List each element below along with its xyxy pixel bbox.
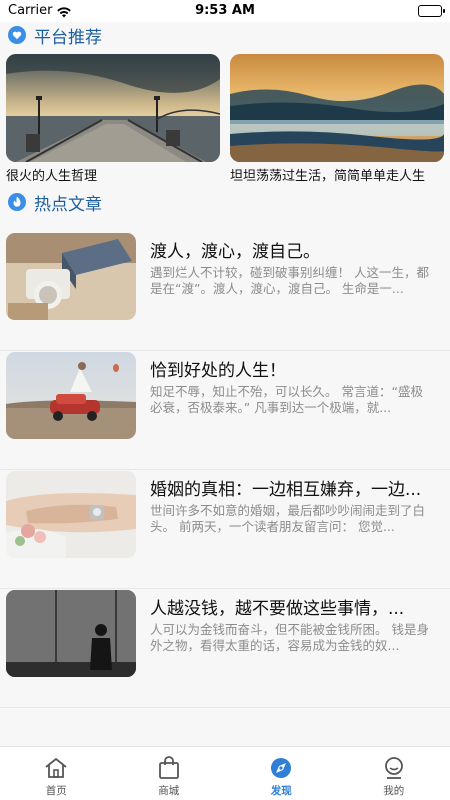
discover-icon xyxy=(271,758,292,778)
article-item[interactable]: 人越没钱，越不要做这些事情，... 人可以为金钱而奋斗，但不能被金钱所困。 钱是… xyxy=(0,590,450,708)
tab-mall-label: 商城 xyxy=(158,785,180,797)
clock: 9:53 AM xyxy=(195,3,255,18)
article-item[interactable]: 婚姻的真相：一边相互嫌弃，一边... 世间许多不如意的婚姻，最后都吵吵闹闹走到了… xyxy=(0,471,450,589)
recommend-card-caption: 很火的人生哲理 xyxy=(6,169,98,184)
tab-bar: 首页 商城 发现 我的 xyxy=(0,746,450,800)
hot-section-header: 热点文章 xyxy=(8,189,102,215)
article-summary: 知足不辱，知止不殆，可以长久。 常言道：“盛极必衰，否极泰来。” 凡事到达一个极… xyxy=(150,384,423,415)
tab-profile[interactable]: 我的 xyxy=(338,747,450,800)
recommend-card-caption: 坦坦荡荡过生活，简简单单走人生 xyxy=(230,169,426,184)
article-title: 渡人，渡心，渡自己。 xyxy=(150,242,320,262)
recommend-card[interactable]: 坦坦荡荡过生活，简简单单走人生 xyxy=(230,54,444,184)
tab-home[interactable]: 首页 xyxy=(0,747,113,800)
article-title: 人越没钱，越不要做这些事情，... xyxy=(150,599,405,619)
tab-home-label: 首页 xyxy=(45,785,67,797)
article-thumbnail xyxy=(6,233,136,320)
shopping-bag-icon xyxy=(158,756,179,779)
pier-sunset-image xyxy=(6,54,220,162)
article-title: 婚姻的真相：一边相互嫌弃，一边... xyxy=(150,480,422,500)
tab-discover[interactable]: 发现 xyxy=(225,747,338,800)
article-thumbnail xyxy=(6,590,136,677)
tab-mall[interactable]: 商城 xyxy=(113,747,226,800)
platform-section-title: 平台推荐 xyxy=(34,27,102,48)
platform-section-header: 平台推荐 xyxy=(8,22,102,48)
article-title: 恰到好处的人生！ xyxy=(150,361,286,381)
misty-lake-image xyxy=(230,54,444,162)
article-summary: 人可以为金钱而奋斗，但不能被金钱所困。 钱是身外之物，看得太重的话，容易成为金钱… xyxy=(150,622,429,653)
battery-icon xyxy=(418,5,445,17)
flame-icon xyxy=(8,193,26,211)
profile-icon xyxy=(384,757,403,779)
article-summary: 遇到烂人不计较，碰到破事别纠缠！ 人这一生，都是在“渡”。渡人，渡心，渡自己。 … xyxy=(150,265,429,296)
tab-profile-label: 我的 xyxy=(383,785,405,797)
article-item[interactable]: 渡人，渡心，渡自己。 遇到烂人不计较，碰到破事别纠缠！ 人这一生，都是在“渡”。… xyxy=(0,233,450,351)
recommend-card[interactable]: 很火的人生哲理 xyxy=(6,54,220,184)
article-thumbnail xyxy=(6,352,136,439)
article-item[interactable]: 恰到好处的人生！ 知足不辱，知止不殆，可以长久。 常言道：“盛极必衰，否极泰来。… xyxy=(0,352,450,470)
article-thumbnail xyxy=(6,471,136,558)
heart-icon xyxy=(8,26,26,44)
article-summary: 世间许多不如意的婚姻，最后都吵吵闹闹走到了白头。 前两天，一个读者朋友留言问： … xyxy=(150,503,426,534)
status-bar: Carrier 9:53 AM xyxy=(0,0,450,22)
hot-section-title: 热点文章 xyxy=(34,194,102,215)
tab-discover-label: 发现 xyxy=(270,785,292,797)
home-icon xyxy=(45,758,67,778)
